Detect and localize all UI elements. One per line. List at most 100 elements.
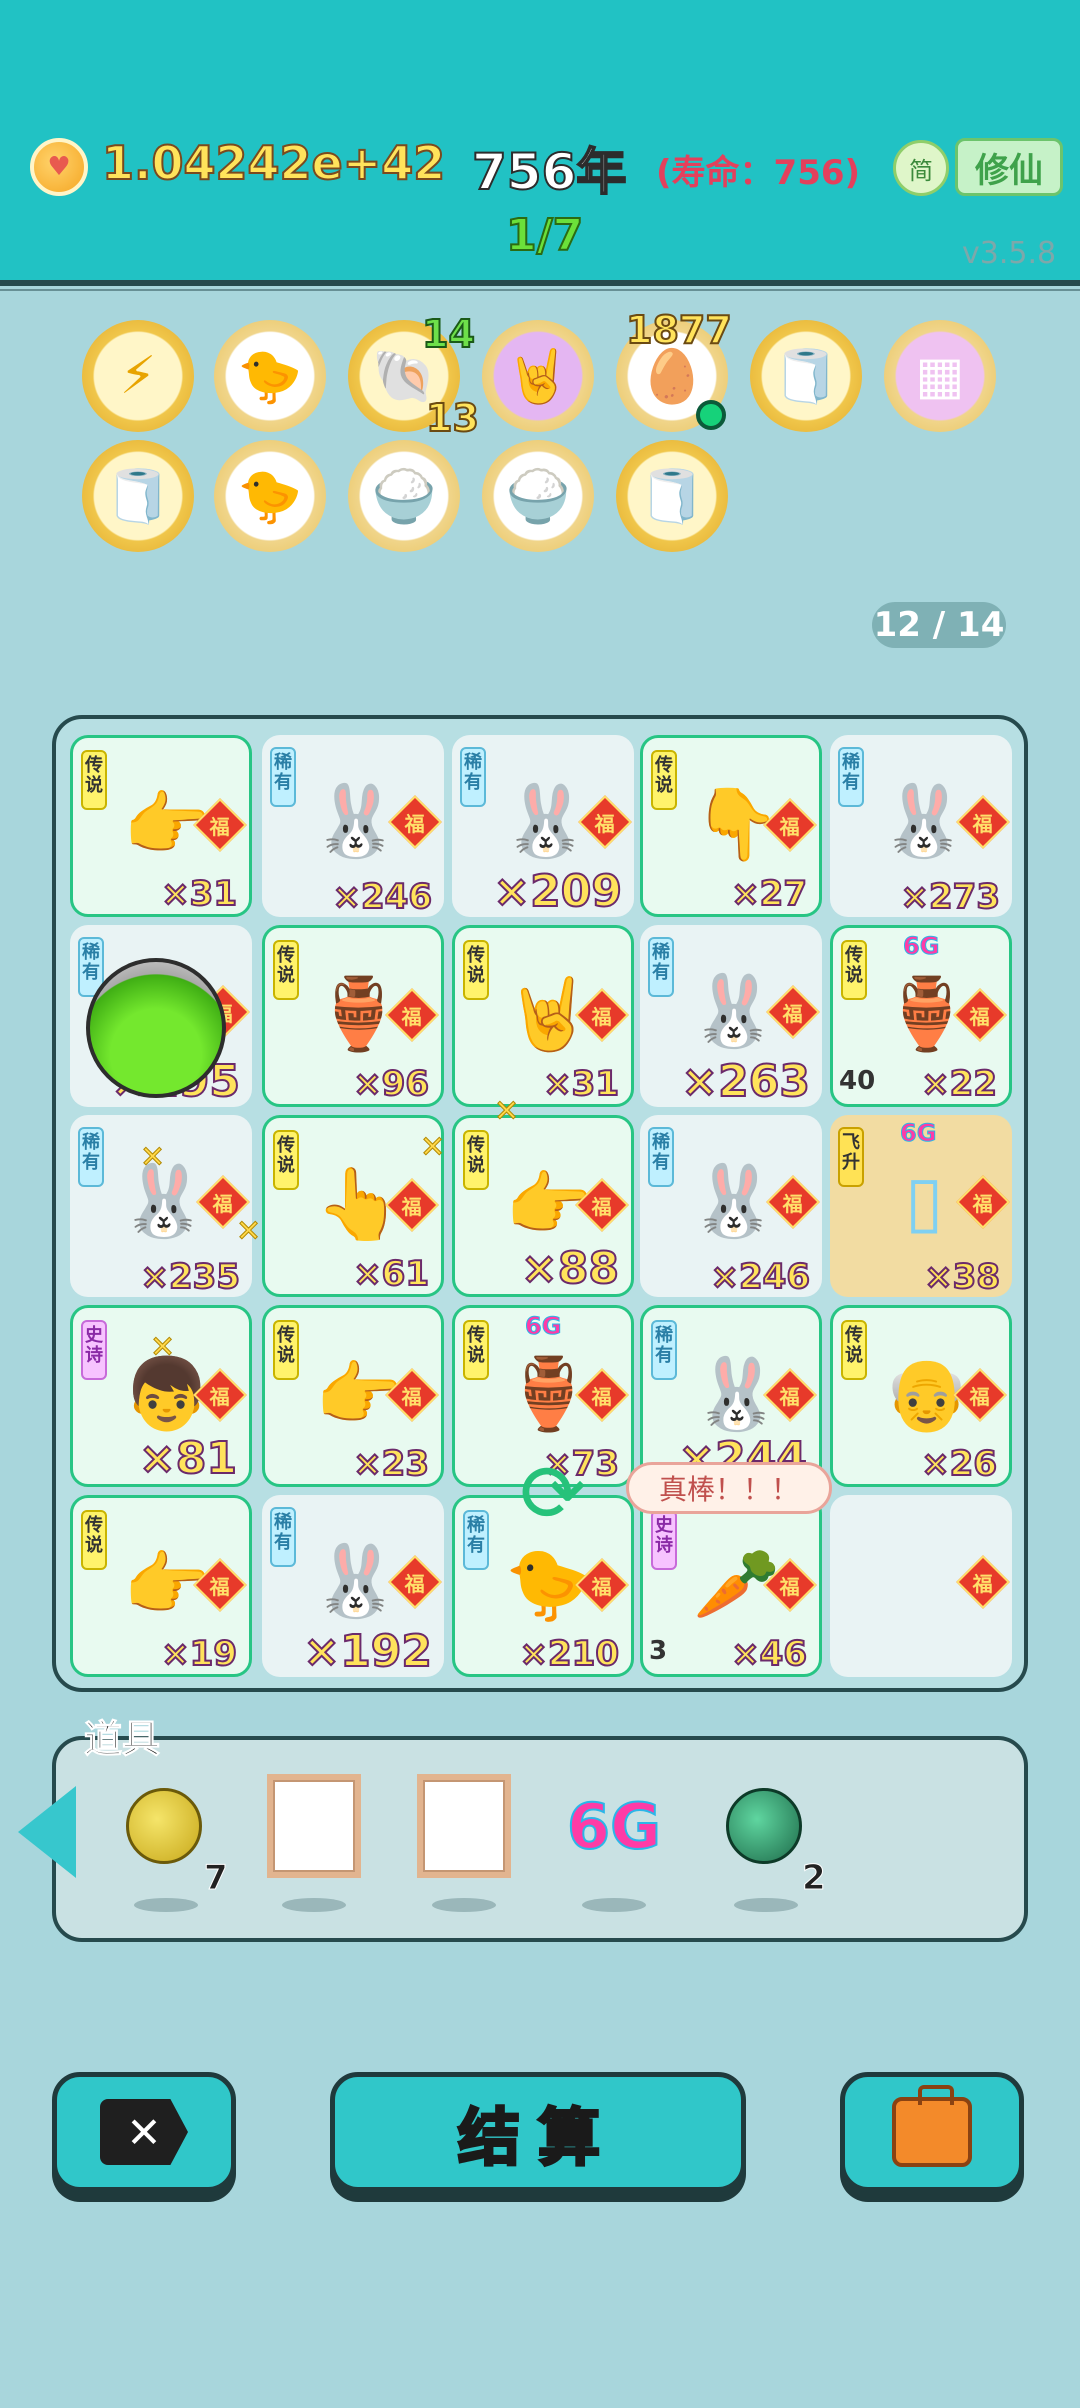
board-cell[interactable]: 稀 有 🐰 福 ×246 bbox=[640, 1115, 822, 1298]
item-count: ×26 bbox=[920, 1443, 998, 1485]
board-cell[interactable]: 传 说 👇 福 ×27 bbox=[640, 735, 822, 917]
board-cell[interactable]: 史 诗 🥕 福 3 ×46 bbox=[640, 1495, 822, 1677]
rarity-tag-rare: 稀 有 bbox=[270, 1507, 296, 1567]
board-cell[interactable]: 传 说 👉 福 ×23 bbox=[262, 1305, 444, 1487]
header-divider-thin bbox=[0, 289, 1080, 291]
corner-number: 40 bbox=[839, 1066, 876, 1096]
rarity-tag-legend: 传 说 bbox=[463, 1130, 489, 1190]
corner-number: 3 bbox=[649, 1636, 668, 1666]
coin-balance: 1.04242e+42 bbox=[101, 135, 446, 191]
board-cell[interactable]: 稀 有 🐰 福 ×244 bbox=[640, 1305, 822, 1487]
egg-tray-count: 1877 bbox=[625, 307, 733, 353]
refresh-icon[interactable]: ⟳ bbox=[508, 1447, 598, 1540]
board-cell[interactable]: 传 说 👉 福 ×88 bbox=[452, 1115, 634, 1297]
board-cell[interactable]: 传 说 🏺 福 ×96 bbox=[262, 925, 444, 1107]
6g-tag: 6G bbox=[524, 1312, 562, 1341]
green-orb-prop[interactable] bbox=[714, 1776, 814, 1876]
rarity-tag-rare: 稀 有 bbox=[648, 937, 674, 997]
active-indicator bbox=[696, 400, 726, 430]
tissue-box-buff-icon-2[interactable]: 🧻 bbox=[82, 440, 194, 552]
6g-tag: 6G bbox=[899, 1119, 937, 1148]
framed-picture-prop[interactable] bbox=[264, 1774, 364, 1878]
simplified-chinese-button[interactable]: 简 bbox=[893, 140, 949, 196]
inventory-button[interactable] bbox=[840, 2072, 1024, 2192]
board-cell[interactable]: 传 说 👉 福 ×31 bbox=[70, 735, 252, 917]
skirt-buff-icon[interactable]: ▦ bbox=[884, 320, 996, 432]
item-count: ×246 bbox=[332, 876, 433, 918]
item-count: ×46 bbox=[730, 1633, 808, 1675]
6g-tag: 6G bbox=[902, 932, 940, 961]
item-count: ×209 bbox=[492, 865, 623, 918]
board-cell[interactable]: 稀 有 🐰 福 ×192 bbox=[262, 1495, 444, 1678]
board-cell[interactable]: 稀 有 🐰 福 ×273 bbox=[830, 735, 1012, 918]
board-cell[interactable]: 稀 有 🐰 福 ×246 bbox=[262, 735, 444, 918]
sparkle-icon: ✕ bbox=[235, 1214, 262, 1250]
rarity-tag-rare: 稀 有 bbox=[460, 747, 486, 807]
empty-frame-prop[interactable] bbox=[414, 1774, 514, 1878]
tissue-box-buff-icon[interactable]: 🧻 bbox=[750, 320, 862, 432]
item-count: ×246 bbox=[710, 1256, 811, 1298]
prop-shadow bbox=[582, 1898, 646, 1912]
close-icon: ✕ bbox=[100, 2099, 188, 2165]
board-cell[interactable]: 传 说 👆 福 ×61 bbox=[262, 1115, 444, 1297]
item-count: ×31 bbox=[542, 1063, 620, 1105]
settle-label: 结算 bbox=[456, 2100, 618, 2176]
header-divider bbox=[0, 280, 1080, 286]
item-count: ×27 bbox=[730, 873, 808, 915]
rarity-tag-rare: 稀 有 bbox=[838, 747, 864, 807]
board-cell[interactable]: 传 说 👴 福 ×26 bbox=[830, 1305, 1012, 1487]
rarity-tag-rare: 稀 有 bbox=[270, 747, 296, 807]
delete-button[interactable]: ✕ bbox=[52, 2072, 236, 2192]
arrow-left-icon[interactable] bbox=[18, 1786, 76, 1878]
board-cell[interactable]: 传 说 👉 福 ×19 bbox=[70, 1495, 252, 1677]
prop-shadow bbox=[432, 1898, 496, 1912]
gold-orb-count: 7 bbox=[204, 1858, 229, 1899]
sparkle-icon: ✕ bbox=[139, 1140, 166, 1176]
rarity-tag-rare: 稀 有 bbox=[648, 1127, 674, 1187]
item-count: ×23 bbox=[352, 1443, 430, 1485]
rarity-tag-legend: 传 说 bbox=[81, 750, 107, 810]
settle-button[interactable]: 结算 bbox=[330, 2072, 746, 2192]
briefcase-icon bbox=[892, 2085, 972, 2167]
gold-orb-prop[interactable] bbox=[114, 1776, 214, 1876]
xiuxian-button[interactable]: 修仙 bbox=[955, 138, 1063, 196]
props-title: 道具 bbox=[83, 1717, 161, 1762]
bowls-upgrade-buff-icon[interactable]: 🍚 bbox=[348, 440, 460, 552]
item-count: ×192 bbox=[302, 1625, 433, 1678]
rarity-tag-legend: 传 说 bbox=[273, 1320, 299, 1380]
board-cell[interactable]: 飞 升 6G ▯ 福 ×38 bbox=[830, 1115, 1012, 1298]
prop-shadow bbox=[734, 1898, 798, 1912]
chick-egg-buff-icon[interactable]: 🐤 bbox=[214, 320, 326, 432]
gold-orb-icon bbox=[126, 1788, 202, 1864]
lightning-buff-icon[interactable]: ⚡ bbox=[82, 320, 194, 432]
rarity-tag-rare: 稀 有 bbox=[651, 1320, 677, 1380]
board-cell[interactable]: 传 说 6G 🏺 福 40 ×22 bbox=[830, 925, 1012, 1107]
praise-bubble: 真棒！！！ bbox=[626, 1462, 832, 1514]
board-cell[interactable]: 传 说 🤘 福 ×31 bbox=[452, 925, 634, 1107]
bowls-upgrade-buff-icon-2[interactable]: 🍚 bbox=[482, 440, 594, 552]
slime-pet-icon[interactable] bbox=[86, 958, 226, 1098]
rarity-tag-legend: 传 说 bbox=[841, 940, 867, 1000]
board-cell-empty[interactable]: 福 bbox=[830, 1495, 1012, 1677]
green-orb-icon bbox=[726, 1788, 802, 1864]
year-display: 756年 bbox=[471, 142, 627, 202]
item-count: ×210 bbox=[519, 1633, 620, 1675]
chick-egg-buff-icon-2[interactable]: 🐤 bbox=[214, 440, 326, 552]
board-cell[interactable]: 稀 有 🐰 福 ×263 bbox=[640, 925, 822, 1108]
rarity-tag-ascend: 飞 升 bbox=[838, 1127, 864, 1187]
tissue-box-buff-icon-3[interactable]: 🧻 bbox=[616, 440, 728, 552]
item-count: ×235 bbox=[140, 1256, 241, 1298]
rarity-tag-legend: 传 说 bbox=[463, 940, 489, 1000]
green-orb-count: 2 bbox=[802, 1858, 827, 1899]
rarity-tag-rare: 稀 有 bbox=[463, 1510, 489, 1570]
rarity-tag-rare: 稀 有 bbox=[78, 1127, 104, 1187]
rarity-tag-legend: 传 说 bbox=[81, 1510, 107, 1570]
item-count: ×263 bbox=[680, 1055, 811, 1108]
sparkle-icon: ✕ bbox=[419, 1130, 446, 1166]
6g-prop[interactable]: 6G bbox=[564, 1776, 664, 1876]
rock-hand-buff-icon[interactable]: 🤘 bbox=[482, 320, 594, 432]
item-count: ×81 bbox=[138, 1432, 238, 1485]
prop-shadow bbox=[282, 1898, 346, 1912]
rarity-tag-legend: 传 说 bbox=[841, 1320, 867, 1380]
board-cell[interactable]: 稀 有 🐰 福 ×209 bbox=[452, 735, 634, 918]
